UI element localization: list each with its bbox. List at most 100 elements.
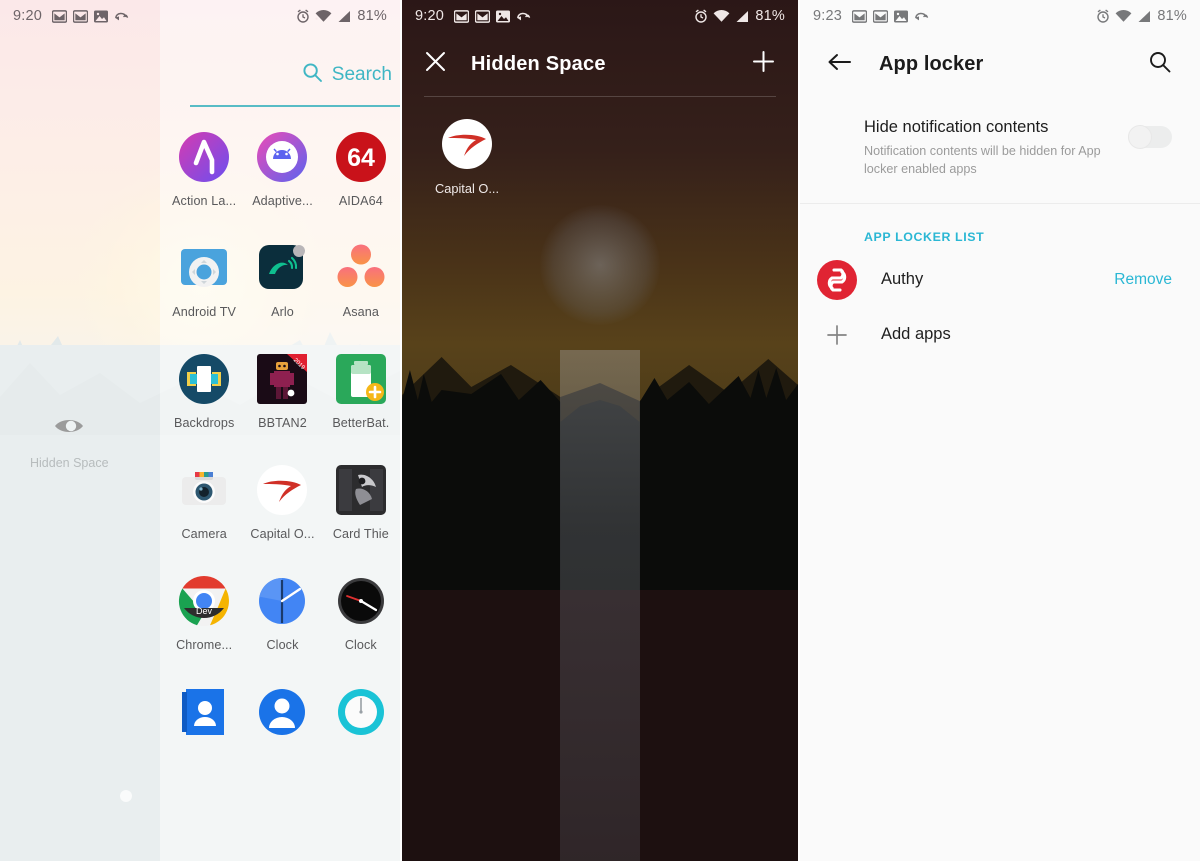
status-bar-right: 81% [296, 8, 387, 24]
signal-icon [1137, 10, 1151, 23]
status-bar: 9:20 81% [0, 0, 400, 32]
remove-button[interactable]: Remove [1114, 271, 1172, 289]
app-label: Android TV [172, 305, 237, 319]
camera-icon [177, 463, 231, 517]
plus-icon[interactable] [751, 49, 776, 79]
app-grid: Action La... Adaptive... 64 AIDA64 Andro… [165, 130, 400, 749]
app-tile-google-contacts[interactable] [243, 685, 321, 749]
oneplus-clock-icon [334, 574, 388, 628]
search-icon[interactable] [1148, 50, 1172, 79]
app-tile-timer[interactable] [322, 685, 400, 749]
back-arrow-icon[interactable] [828, 52, 852, 77]
app-label: BetterBat. [332, 416, 390, 430]
backdrops-icon [177, 352, 231, 406]
app-tile-chrome-dev[interactable]: Dev Chrome... [165, 574, 243, 652]
toolbar-divider [424, 96, 776, 97]
light-beam [560, 350, 640, 861]
timer-icon [334, 685, 388, 739]
app-tile-adaptive-icons[interactable]: Adaptive... [243, 130, 321, 208]
gmail-icon [453, 9, 470, 23]
status-bar-right: 81% [694, 8, 785, 24]
app-label: Asana [342, 305, 379, 319]
app-label: Action La... [172, 194, 237, 208]
toggle-knob [1128, 125, 1152, 149]
search-underline [190, 105, 400, 107]
app-label: Arlo [271, 305, 294, 319]
hidden-space-tile[interactable]: Hidden Space [30, 408, 109, 470]
screen-hidden-space: 9:20 81% Hidden Space Capital O... [400, 0, 800, 861]
app-label: BBTAN2 [258, 416, 307, 430]
moon-glow [540, 205, 660, 325]
capital-one-icon [440, 117, 494, 171]
app-tile-camera[interactable]: Camera [165, 463, 243, 541]
screenshot-triptych: 9:20 81% Search Hidden Space Action La..… [0, 0, 1200, 861]
section-header-app-locker-list: APP LOCKER LIST [864, 229, 985, 244]
pref-text: Hide notification contents Notification … [864, 118, 1128, 179]
action-launcher-icon [177, 130, 231, 184]
app-tile-contacts[interactable] [165, 685, 243, 749]
sync-icon [516, 10, 531, 23]
search-label: Search [331, 64, 392, 85]
app-tile-backdrops[interactable]: Backdrops [165, 352, 243, 430]
authy-icon [817, 259, 857, 300]
app-tile-oneplus-clock[interactable]: Clock [322, 574, 400, 652]
sync-icon [914, 10, 929, 23]
app-label: Capital O... [434, 181, 499, 196]
status-bar-left: 9:23 [813, 8, 929, 24]
app-label: Clock [266, 638, 299, 652]
status-bar: 9:23 81% [800, 0, 1200, 32]
battery-percent: 81% [357, 8, 387, 24]
page-title: App locker [879, 52, 984, 75]
hide-notification-contents-row[interactable]: Hide notification contents Notification … [800, 96, 1200, 204]
app-tile-google-clock[interactable]: Clock [243, 574, 321, 652]
betterbatterystats-icon [334, 352, 388, 406]
status-bar-left: 9:20 [415, 8, 531, 24]
bokeh-dot [120, 790, 132, 802]
wifi-icon [713, 9, 730, 23]
photo-icon [94, 10, 109, 23]
app-tile-action-launcher[interactable]: Action La... [165, 130, 243, 208]
status-bar: 9:20 81% [402, 0, 798, 32]
svg-text:Dev: Dev [196, 606, 213, 616]
pref-title: Hide notification contents [864, 118, 1049, 136]
photo-icon [496, 10, 511, 23]
app-label: Capital O... [250, 527, 315, 541]
battery-percent: 81% [755, 8, 785, 24]
hidden-apps-grid: Capital O... [402, 117, 798, 196]
gmail-icon [474, 9, 491, 23]
pref-subtitle: Notification contents will be hidden for… [864, 144, 1101, 177]
status-time: 9:23 [813, 8, 843, 24]
app-locker-toolbar: App locker [800, 32, 1200, 96]
screen-app-locker: 9:23 81% App locker Hide notification co… [800, 0, 1200, 861]
close-icon[interactable] [424, 50, 447, 78]
google-clock-icon [255, 574, 309, 628]
app-tile-betterbatterystats[interactable]: BetterBat. [322, 352, 400, 430]
hide-notifications-toggle[interactable] [1128, 125, 1172, 149]
locked-app-row[interactable]: Authy Remove [800, 250, 1200, 310]
app-tile-arlo[interactable]: Arlo [243, 241, 321, 319]
app-tile-asana[interactable]: Asana [322, 241, 400, 319]
hidden-space-label: Hidden Space [30, 456, 109, 470]
status-bar-right: 81% [1096, 8, 1187, 24]
alarm-icon [296, 9, 310, 23]
alarm-icon [694, 9, 708, 23]
add-apps-row[interactable]: Add apps [800, 310, 1200, 360]
locked-app-name: Authy [881, 270, 924, 288]
google-contacts-icon [255, 685, 309, 739]
app-tile-bbtan2[interactable]: 2019 BBTAN2 [243, 352, 321, 430]
plus-icon [817, 324, 857, 346]
app-label: Adaptive... [252, 194, 313, 208]
app-label: Chrome... [176, 638, 233, 652]
app-tile-aida64[interactable]: 64 AIDA64 [322, 130, 400, 208]
search-bar[interactable]: Search [190, 62, 392, 88]
search-icon [302, 62, 323, 88]
app-tile-card-thief[interactable]: Card Thie [322, 463, 400, 541]
status-bar-left: 9:20 [13, 8, 129, 24]
app-label: Clock [344, 638, 377, 652]
app-tile-android-tv[interactable]: Android TV [165, 241, 243, 319]
app-tile-capital-one[interactable]: Capital O... [243, 463, 321, 541]
photo-icon [894, 10, 909, 23]
svg-text:64: 64 [347, 144, 375, 172]
app-tile-capital-one[interactable]: Capital O... [420, 117, 514, 196]
signal-icon [337, 10, 351, 23]
